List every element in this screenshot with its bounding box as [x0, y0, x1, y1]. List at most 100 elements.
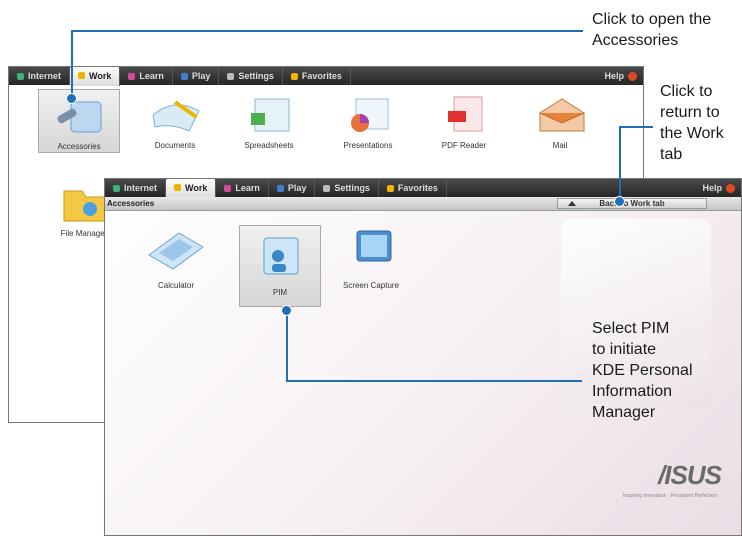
- app-mail[interactable]: Mail: [519, 89, 601, 153]
- tab-label: Internet: [124, 183, 158, 193]
- settings-icon: [323, 184, 331, 192]
- up-arrow-icon: [568, 201, 576, 206]
- tab-label: Learn: [235, 183, 260, 193]
- callout-line-back: [619, 126, 621, 198]
- app-label: Accessories: [57, 142, 101, 151]
- app-label: Documents: [154, 141, 196, 150]
- app-spreadsheets[interactable]: Spreadsheets: [228, 89, 310, 153]
- tab-work[interactable]: Work: [70, 67, 121, 86]
- pim-icon: [263, 237, 299, 275]
- spreadsheets-icon: [251, 98, 290, 132]
- tab-label: Play: [287, 183, 307, 193]
- play-icon: [180, 72, 188, 80]
- tab-label: Play: [191, 71, 211, 81]
- help-button[interactable]: Help: [604, 71, 637, 81]
- pdf-icon: [448, 96, 483, 132]
- callout-line-pim: [286, 380, 582, 382]
- documents-icon: [152, 100, 200, 132]
- app-documents[interactable]: Documents: [134, 89, 216, 153]
- tab-learn[interactable]: Learn: [216, 179, 269, 197]
- callout-text: Click to: [660, 83, 713, 100]
- tab-bar: Internet Work Learn Play Settings Favori…: [105, 179, 741, 198]
- screen-capture-icon: [356, 230, 392, 262]
- callout-text: to initiate: [592, 341, 657, 358]
- breadcrumb: Accessories Back to Work tab: [105, 197, 741, 211]
- callout-text: tab: [660, 146, 683, 163]
- settings-icon: [227, 72, 235, 80]
- help-icon: [628, 71, 637, 81]
- star-icon: [386, 184, 394, 192]
- globe-icon: [17, 72, 24, 80]
- tab-label: Favorites: [397, 183, 438, 193]
- callout-pim: Select PIM to initiate KDE Personal Info…: [592, 318, 693, 423]
- callout-line-accessories: [71, 30, 583, 32]
- callout-text: Information: [592, 383, 673, 400]
- asus-tagline: Inspiring Innovation · Persistent Perfec…: [623, 493, 717, 499]
- help-label: Help: [702, 183, 722, 193]
- work-icon: [174, 184, 182, 191]
- tab-label: Learn: [139, 71, 164, 81]
- star-icon: [290, 72, 298, 80]
- play-icon: [276, 184, 284, 192]
- tab-settings[interactable]: Settings: [315, 179, 379, 197]
- app-label: Mail: [552, 141, 568, 150]
- tab-label: Work: [185, 182, 208, 193]
- callout-text: KDE Personal: [592, 362, 693, 379]
- tab-favorites[interactable]: Favorites: [379, 179, 447, 197]
- tab-internet[interactable]: Internet: [9, 67, 71, 85]
- help-label: Help: [604, 71, 624, 81]
- work-icon: [78, 72, 86, 79]
- callout-line-pim: [286, 310, 288, 382]
- tab-play[interactable]: Play: [173, 67, 220, 85]
- callout-accessories: Click to open the Accessories: [592, 9, 711, 51]
- app-calculator[interactable]: Calculator: [135, 221, 217, 293]
- app-label: Spreadsheets: [244, 141, 294, 150]
- accessories-icon: [57, 101, 102, 133]
- tab-label: Settings: [334, 183, 370, 193]
- tab-label: Settings: [238, 71, 274, 81]
- callout-back: Click to return to the Work tab: [660, 81, 724, 165]
- callout-text: return to: [660, 104, 720, 121]
- calculator-icon: [148, 232, 204, 270]
- tab-label: Favorites: [301, 71, 342, 81]
- callout-dot-pim: [281, 305, 292, 316]
- tab-bar: Internet Work Learn Play Settings Favori…: [9, 67, 643, 86]
- callout-dot-back: [614, 196, 625, 207]
- app-presentations[interactable]: Presentations: [327, 89, 409, 153]
- mail-icon: [539, 98, 585, 132]
- tab-label: Work: [89, 70, 112, 81]
- tab-play[interactable]: Play: [269, 179, 316, 197]
- presentations-icon: [351, 98, 389, 132]
- learn-icon: [224, 184, 232, 192]
- tab-learn[interactable]: Learn: [120, 67, 173, 85]
- callout-dot-accessories: [66, 93, 77, 104]
- app-label: PIM: [272, 288, 288, 297]
- callout-text: the Work: [660, 125, 724, 142]
- app-label: Screen Capture: [342, 281, 400, 290]
- app-label: PDF Reader: [441, 141, 487, 150]
- asus-logo: /ISUS: [658, 460, 722, 490]
- tab-settings[interactable]: Settings: [219, 67, 283, 85]
- tab-internet[interactable]: Internet: [105, 179, 167, 197]
- callout-text: Manager: [592, 404, 656, 421]
- learn-icon: [128, 72, 136, 80]
- app-screen-capture[interactable]: Screen Capture: [330, 221, 412, 293]
- app-pim[interactable]: PIM: [239, 225, 321, 307]
- breadcrumb-label: Accessories: [107, 199, 155, 208]
- callout-text: Select PIM: [592, 320, 670, 337]
- callout-line-accessories: [71, 30, 73, 96]
- tab-label: Internet: [28, 71, 62, 81]
- help-icon: [726, 183, 735, 193]
- help-button[interactable]: Help: [702, 183, 735, 193]
- back-to-work-button[interactable]: Back to Work tab: [557, 198, 707, 209]
- app-pdf-reader[interactable]: PDF Reader: [423, 89, 505, 153]
- callout-line-back: [619, 126, 653, 128]
- tab-favorites[interactable]: Favorites: [283, 67, 351, 85]
- back-button-label: Back to Work tab: [599, 199, 665, 208]
- globe-icon: [113, 184, 120, 192]
- app-accessories[interactable]: Accessories: [38, 89, 120, 153]
- app-label: Presentations: [343, 141, 393, 150]
- callout-text: Accessories: [592, 32, 679, 49]
- tab-work[interactable]: Work: [166, 179, 217, 198]
- callout-text: Click to open the: [592, 11, 712, 28]
